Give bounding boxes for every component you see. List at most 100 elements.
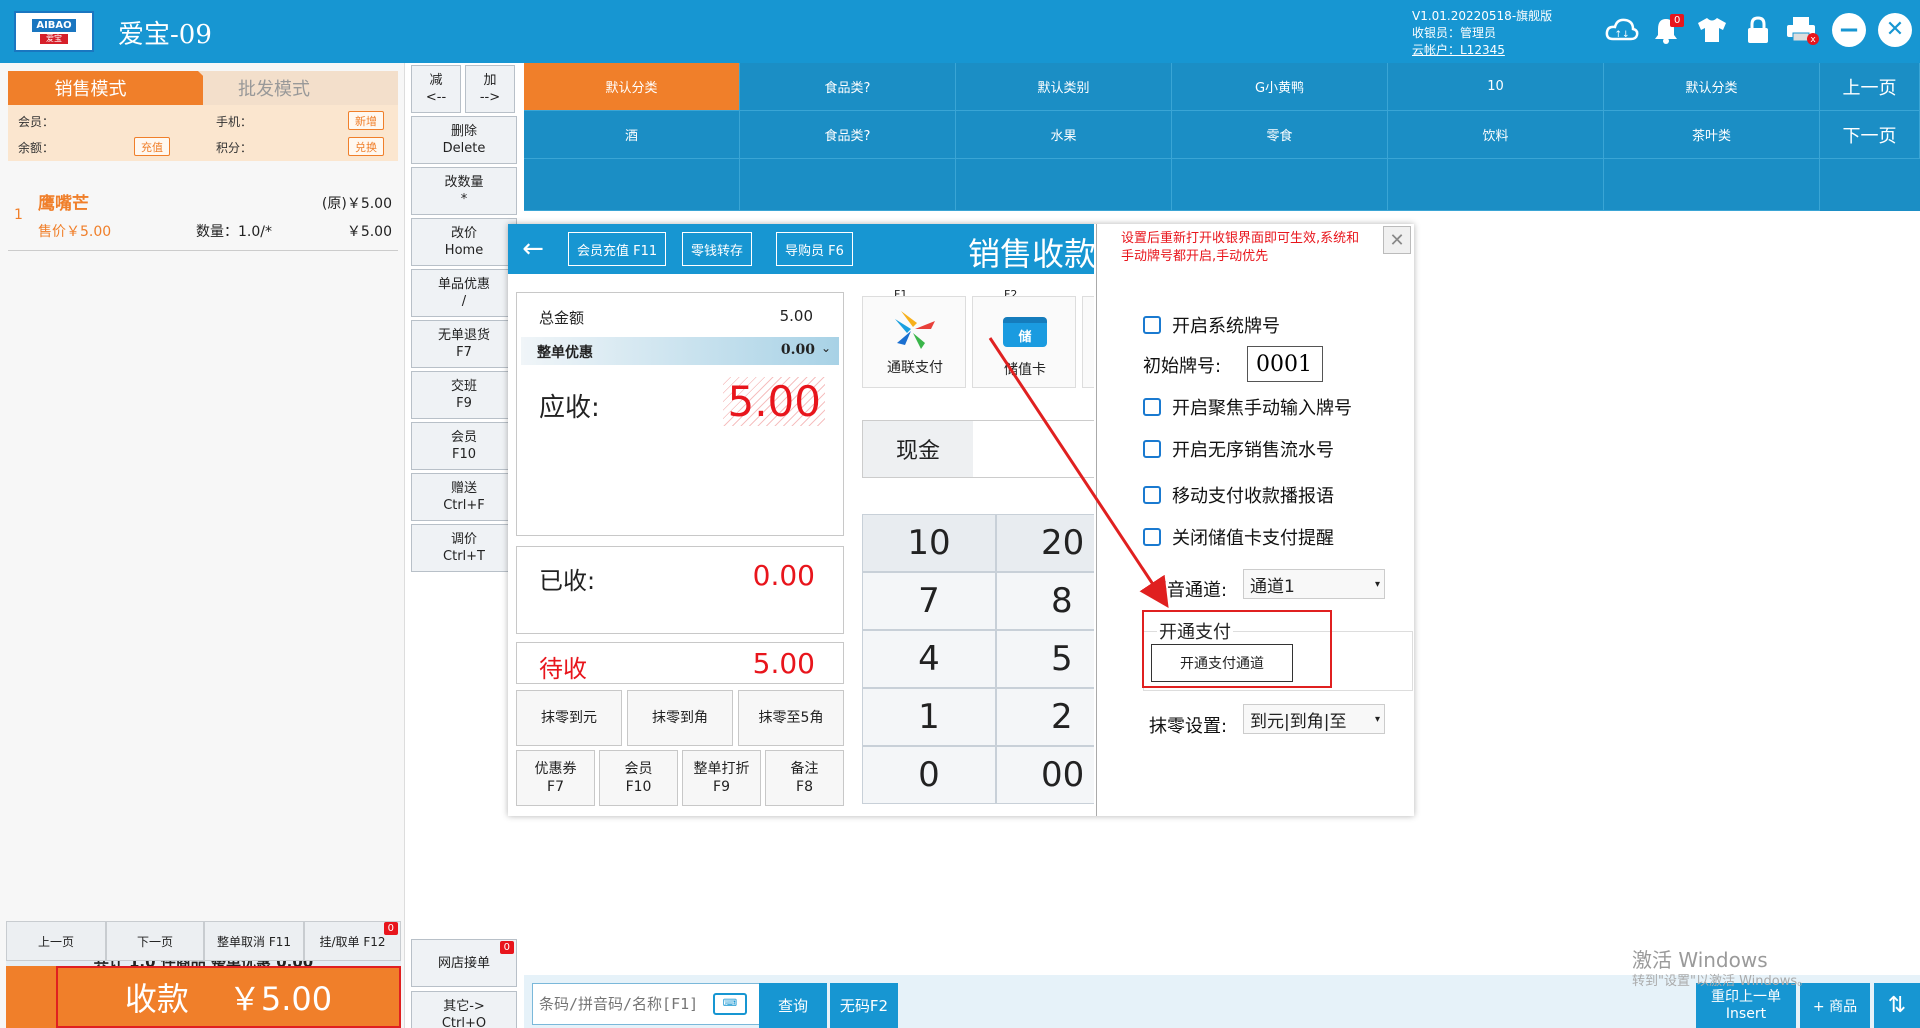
coupon-key: F7	[547, 779, 564, 795]
chevron-down-icon: ⌄	[820, 341, 831, 355]
coupon-button[interactable]: 优惠券 F7	[516, 750, 595, 806]
whole-discount-label: 整单优惠	[537, 345, 593, 361]
function-column: 减 <-- 加 --> 删除 Delete 改数量 * 改价 Home 单品优惠 / 无…	[411, 63, 517, 1028]
minimize-button[interactable]: −	[1832, 13, 1866, 47]
tab-sale-mode[interactable]: 销售模式	[8, 71, 203, 105]
voice-channel-value: 通道1	[1250, 576, 1295, 597]
recharge-button[interactable]: 充值	[134, 137, 170, 156]
adjust-price-button[interactable]: 调价 Ctrl+T	[411, 524, 517, 572]
round-yuan-button[interactable]: 抹零到元	[516, 690, 622, 746]
note-button[interactable]: 备注 F8	[765, 750, 844, 806]
allinpay-button[interactable]: 通联支付	[862, 296, 966, 388]
cash-label: 现金	[863, 421, 973, 477]
checkbox-label: 关闭储值卡支付提醒	[1172, 528, 1334, 549]
category-item[interactable]: 默认类别	[956, 63, 1172, 111]
category-item[interactable]: 水果	[956, 111, 1172, 159]
delete-button[interactable]: 删除 Delete	[411, 116, 517, 164]
return-button[interactable]: 无单退货 F7	[411, 320, 517, 368]
keypad-key[interactable]: 4	[862, 630, 996, 688]
reprint-key: Insert	[1725, 1005, 1767, 1022]
other-key: Ctrl+O	[441, 1016, 487, 1028]
online-order-label: 网店接单	[437, 955, 490, 971]
cart-item[interactable]: 1 鹰嘴芒 (原)￥5.00 售价￥5.00 数量：1.0/* ￥5.00	[8, 181, 398, 251]
item-discount-button[interactable]: 单品优惠 /	[411, 269, 517, 317]
sort-icon[interactable]: ⇅	[1874, 983, 1920, 1028]
keypad-key[interactable]: 00	[996, 746, 1094, 804]
new-member-button[interactable]: 新增	[348, 111, 384, 130]
keypad-key[interactable]: 1	[862, 688, 996, 746]
cloud-sync-icon[interactable]: ↑↓	[1604, 12, 1640, 48]
close-icon[interactable]: ✕	[1383, 226, 1411, 254]
sales-guide-button[interactable]: 导购员 F6	[776, 232, 853, 266]
cloud-account-link[interactable]: 云帐户：L12345	[1412, 42, 1505, 59]
category-item[interactable]: G小黄鸭	[1172, 63, 1388, 111]
keyboard-icon[interactable]: ⌨	[713, 993, 747, 1015]
round-jiao-button[interactable]: 抹零到角	[627, 690, 733, 746]
gift-key: Ctrl+F	[443, 498, 485, 513]
pending-label: 待收	[539, 655, 587, 683]
category-item[interactable]: 默认分类	[1604, 63, 1820, 111]
next-page-button[interactable]: 下一页	[106, 921, 204, 961]
windows-watermark-sub: 转到"设置"以激活 Windows。	[1632, 974, 1811, 989]
other-label: 其它->	[443, 999, 485, 1014]
whole-discount-row[interactable]: 整单优惠 0.00 ⌄	[521, 337, 839, 365]
other-button[interactable]: 其它-> Ctrl+O	[411, 991, 517, 1028]
change-qty-button[interactable]: 改数量 *	[411, 167, 517, 215]
voice-channel-select[interactable]: 通道1 ▾	[1243, 569, 1385, 599]
total-label: 总金额	[539, 309, 585, 327]
decrease-button[interactable]: 减 <--	[411, 65, 461, 113]
query-button[interactable]: 查询	[759, 983, 827, 1028]
exchange-button[interactable]: 兑换	[348, 137, 384, 156]
category-prev-page[interactable]: 上一页	[1820, 63, 1920, 111]
whole-discount-button[interactable]: 整单打折 F9	[682, 750, 761, 806]
category-item[interactable]: 酒	[524, 111, 740, 159]
category-item[interactable]: 默认分类	[524, 63, 740, 111]
windows-watermark: 激活 Windows	[1632, 948, 1768, 972]
close-button[interactable]: ✕	[1878, 13, 1912, 47]
category-item[interactable]: 茶叶类	[1604, 111, 1820, 159]
add-goods-button[interactable]: + 商品	[1800, 983, 1870, 1028]
category-next-page[interactable]: 下一页	[1820, 111, 1920, 159]
category-item[interactable]: 食品类?	[740, 63, 956, 111]
total-value: 5.00	[779, 307, 813, 325]
return-label: 无单退货	[437, 328, 490, 343]
gift-button[interactable]: 赠送 Ctrl+F	[411, 473, 517, 521]
member-button[interactable]: 会员 F10	[411, 422, 517, 470]
keypad-key[interactable]: 5	[996, 630, 1094, 688]
category-item[interactable]: 10	[1388, 63, 1604, 111]
hold-count-badge: 0	[383, 922, 398, 935]
search-input[interactable]	[533, 995, 713, 1013]
keypad-key[interactable]: 10	[862, 514, 996, 572]
checkout-button[interactable]: 收款 ￥5.00	[6, 966, 401, 1028]
lock-icon[interactable]	[1740, 12, 1776, 48]
round-5jiao-button[interactable]: 抹零至5角	[738, 690, 844, 746]
keypad-key[interactable]: 2	[996, 688, 1094, 746]
reprint-button[interactable]: 重印上一单 Insert	[1696, 983, 1796, 1028]
nocode-button[interactable]: 无码F2	[830, 983, 898, 1028]
printer-icon[interactable]: x	[1784, 12, 1820, 48]
member-recharge-button[interactable]: 会员充值 F11	[568, 232, 667, 266]
shirt-icon[interactable]	[1694, 12, 1730, 48]
cancel-order-button[interactable]: 整单取消 F11	[204, 921, 304, 961]
back-arrow-icon[interactable]: ←	[516, 232, 550, 266]
rounding-select[interactable]: 到元|到角|至 ▾	[1243, 704, 1385, 734]
category-item[interactable]: 食品类?	[740, 111, 956, 159]
shift-button[interactable]: 交班 F9	[411, 371, 517, 419]
prev-page-button[interactable]: 上一页	[6, 921, 106, 961]
category-empty	[1172, 159, 1388, 211]
category-item[interactable]: 零食	[1172, 111, 1388, 159]
change-price-button[interactable]: 改价 Home	[411, 218, 517, 266]
dialog-member-button[interactable]: 会员 F10	[599, 750, 678, 806]
keypad-key[interactable]: 0	[862, 746, 996, 804]
note-label: 备注	[790, 761, 819, 777]
increase-button[interactable]: 加 -->	[465, 65, 515, 113]
keypad-key[interactable]: 7	[862, 572, 996, 630]
hold-order-button[interactable]: 挂/取单 F12 0	[304, 921, 401, 961]
init-no-input[interactable]	[1247, 346, 1323, 382]
bell-icon[interactable]: 0	[1648, 12, 1685, 48]
change-store-button[interactable]: 零钱转存	[682, 232, 753, 266]
member-label: 会员：	[18, 115, 55, 129]
item-name: 鹰嘴芒	[38, 194, 89, 214]
category-item[interactable]: 饮料	[1388, 111, 1604, 159]
online-order-button[interactable]: 网店接单 0	[411, 939, 517, 987]
